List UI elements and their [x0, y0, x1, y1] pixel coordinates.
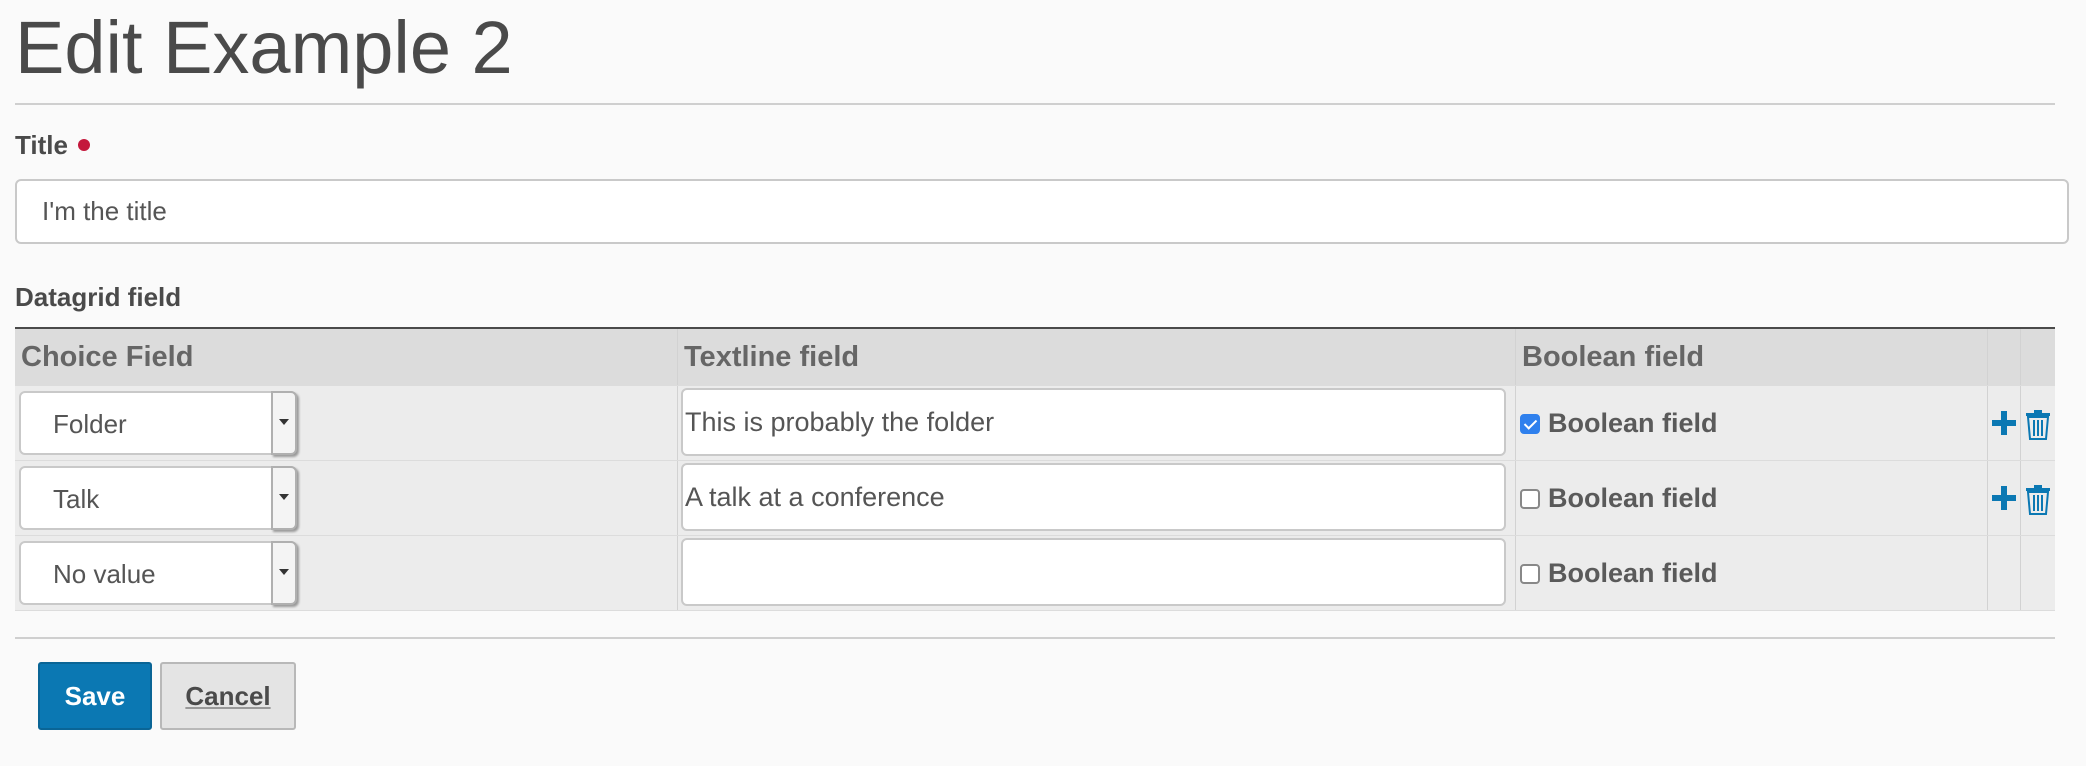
- trash-icon[interactable]: [2024, 485, 2052, 515]
- header-cell-choice: Choice Field: [15, 329, 678, 385]
- plus-icon[interactable]: [1991, 410, 2017, 436]
- dropdown-button[interactable]: [271, 541, 297, 605]
- dropdown-button[interactable]: [271, 466, 297, 530]
- form-divider: [15, 637, 2055, 639]
- title-field-label: Title: [15, 130, 90, 161]
- caret-down-icon: [279, 569, 289, 575]
- plus-icon[interactable]: [1991, 485, 2017, 511]
- choice-cell: Talk: [15, 461, 678, 535]
- boolean-label-text: Boolean field: [1548, 483, 1718, 513]
- header-cell-delete: [2021, 329, 2055, 385]
- choice-select[interactable]: No value: [19, 541, 297, 605]
- add-cell: [1988, 386, 2021, 460]
- textline-input[interactable]: [681, 463, 1506, 531]
- textline-cell: [678, 461, 1516, 535]
- datagrid-label: Datagrid field: [15, 282, 182, 312]
- delete-cell: [2021, 461, 2055, 535]
- header-cell-add: [1988, 329, 2021, 385]
- datagrid-table: Choice Field Textline field Boolean fiel…: [15, 327, 2055, 611]
- choice-cell: Folder: [15, 386, 678, 460]
- trash-icon[interactable]: [2024, 410, 2052, 440]
- boolean-checkbox-label[interactable]: Boolean field: [1520, 558, 1718, 589]
- boolean-cell: Boolean field: [1516, 386, 1988, 460]
- textline-input[interactable]: [681, 388, 1506, 456]
- boolean-label-text: Boolean field: [1548, 408, 1718, 438]
- header-cell-boolean: Boolean field: [1516, 329, 1988, 385]
- page-title: Edit Example 2: [15, 6, 513, 89]
- save-button[interactable]: Save: [38, 662, 152, 730]
- boolean-cell: Boolean field: [1516, 461, 1988, 535]
- boolean-checkbox[interactable]: [1520, 563, 1540, 584]
- header-choice-field: Choice Field: [21, 341, 194, 373]
- choice-select[interactable]: Talk: [19, 466, 297, 530]
- choice-cell: No value: [15, 536, 678, 610]
- textline-cell: [678, 386, 1516, 460]
- boolean-checkbox[interactable]: [1520, 413, 1540, 434]
- title-input[interactable]: [15, 179, 2069, 244]
- datagrid-header-row: Choice Field Textline field Boolean fiel…: [15, 329, 2055, 386]
- title-divider: [15, 103, 2055, 105]
- title-label-text: Title: [15, 130, 68, 160]
- caret-down-icon: [279, 419, 289, 425]
- boolean-label-text: Boolean field: [1548, 558, 1718, 588]
- choice-select-value: Talk: [53, 484, 100, 514]
- cancel-button[interactable]: Cancel: [160, 662, 296, 730]
- header-boolean-field: Boolean field: [1522, 341, 1705, 373]
- required-indicator: [77, 139, 90, 152]
- table-row: Talk Boolean field: [15, 461, 2055, 536]
- delete-cell: [2021, 386, 2055, 460]
- table-row: No value Boolean field: [15, 536, 2055, 611]
- table-row: Folder Boolean field: [15, 386, 2055, 461]
- choice-select-value: Folder: [53, 409, 127, 439]
- textline-cell: [678, 536, 1516, 610]
- choice-select[interactable]: Folder: [19, 391, 297, 455]
- textline-input[interactable]: [681, 538, 1506, 606]
- boolean-cell: Boolean field: [1516, 536, 1988, 610]
- add-cell: [1988, 536, 2021, 610]
- delete-cell: [2021, 536, 2055, 610]
- boolean-checkbox-label[interactable]: Boolean field: [1520, 483, 1718, 514]
- add-cell: [1988, 461, 2021, 535]
- choice-select-value: No value: [53, 559, 156, 589]
- caret-down-icon: [279, 494, 289, 500]
- edit-form-page: Edit Example 2 Title Datagrid field Choi…: [0, 0, 2086, 766]
- dropdown-button[interactable]: [271, 391, 297, 455]
- boolean-checkbox-label[interactable]: Boolean field: [1520, 408, 1718, 439]
- header-textline-field: Textline field: [684, 341, 860, 373]
- header-cell-textline: Textline field: [678, 329, 1516, 385]
- boolean-checkbox[interactable]: [1520, 488, 1540, 509]
